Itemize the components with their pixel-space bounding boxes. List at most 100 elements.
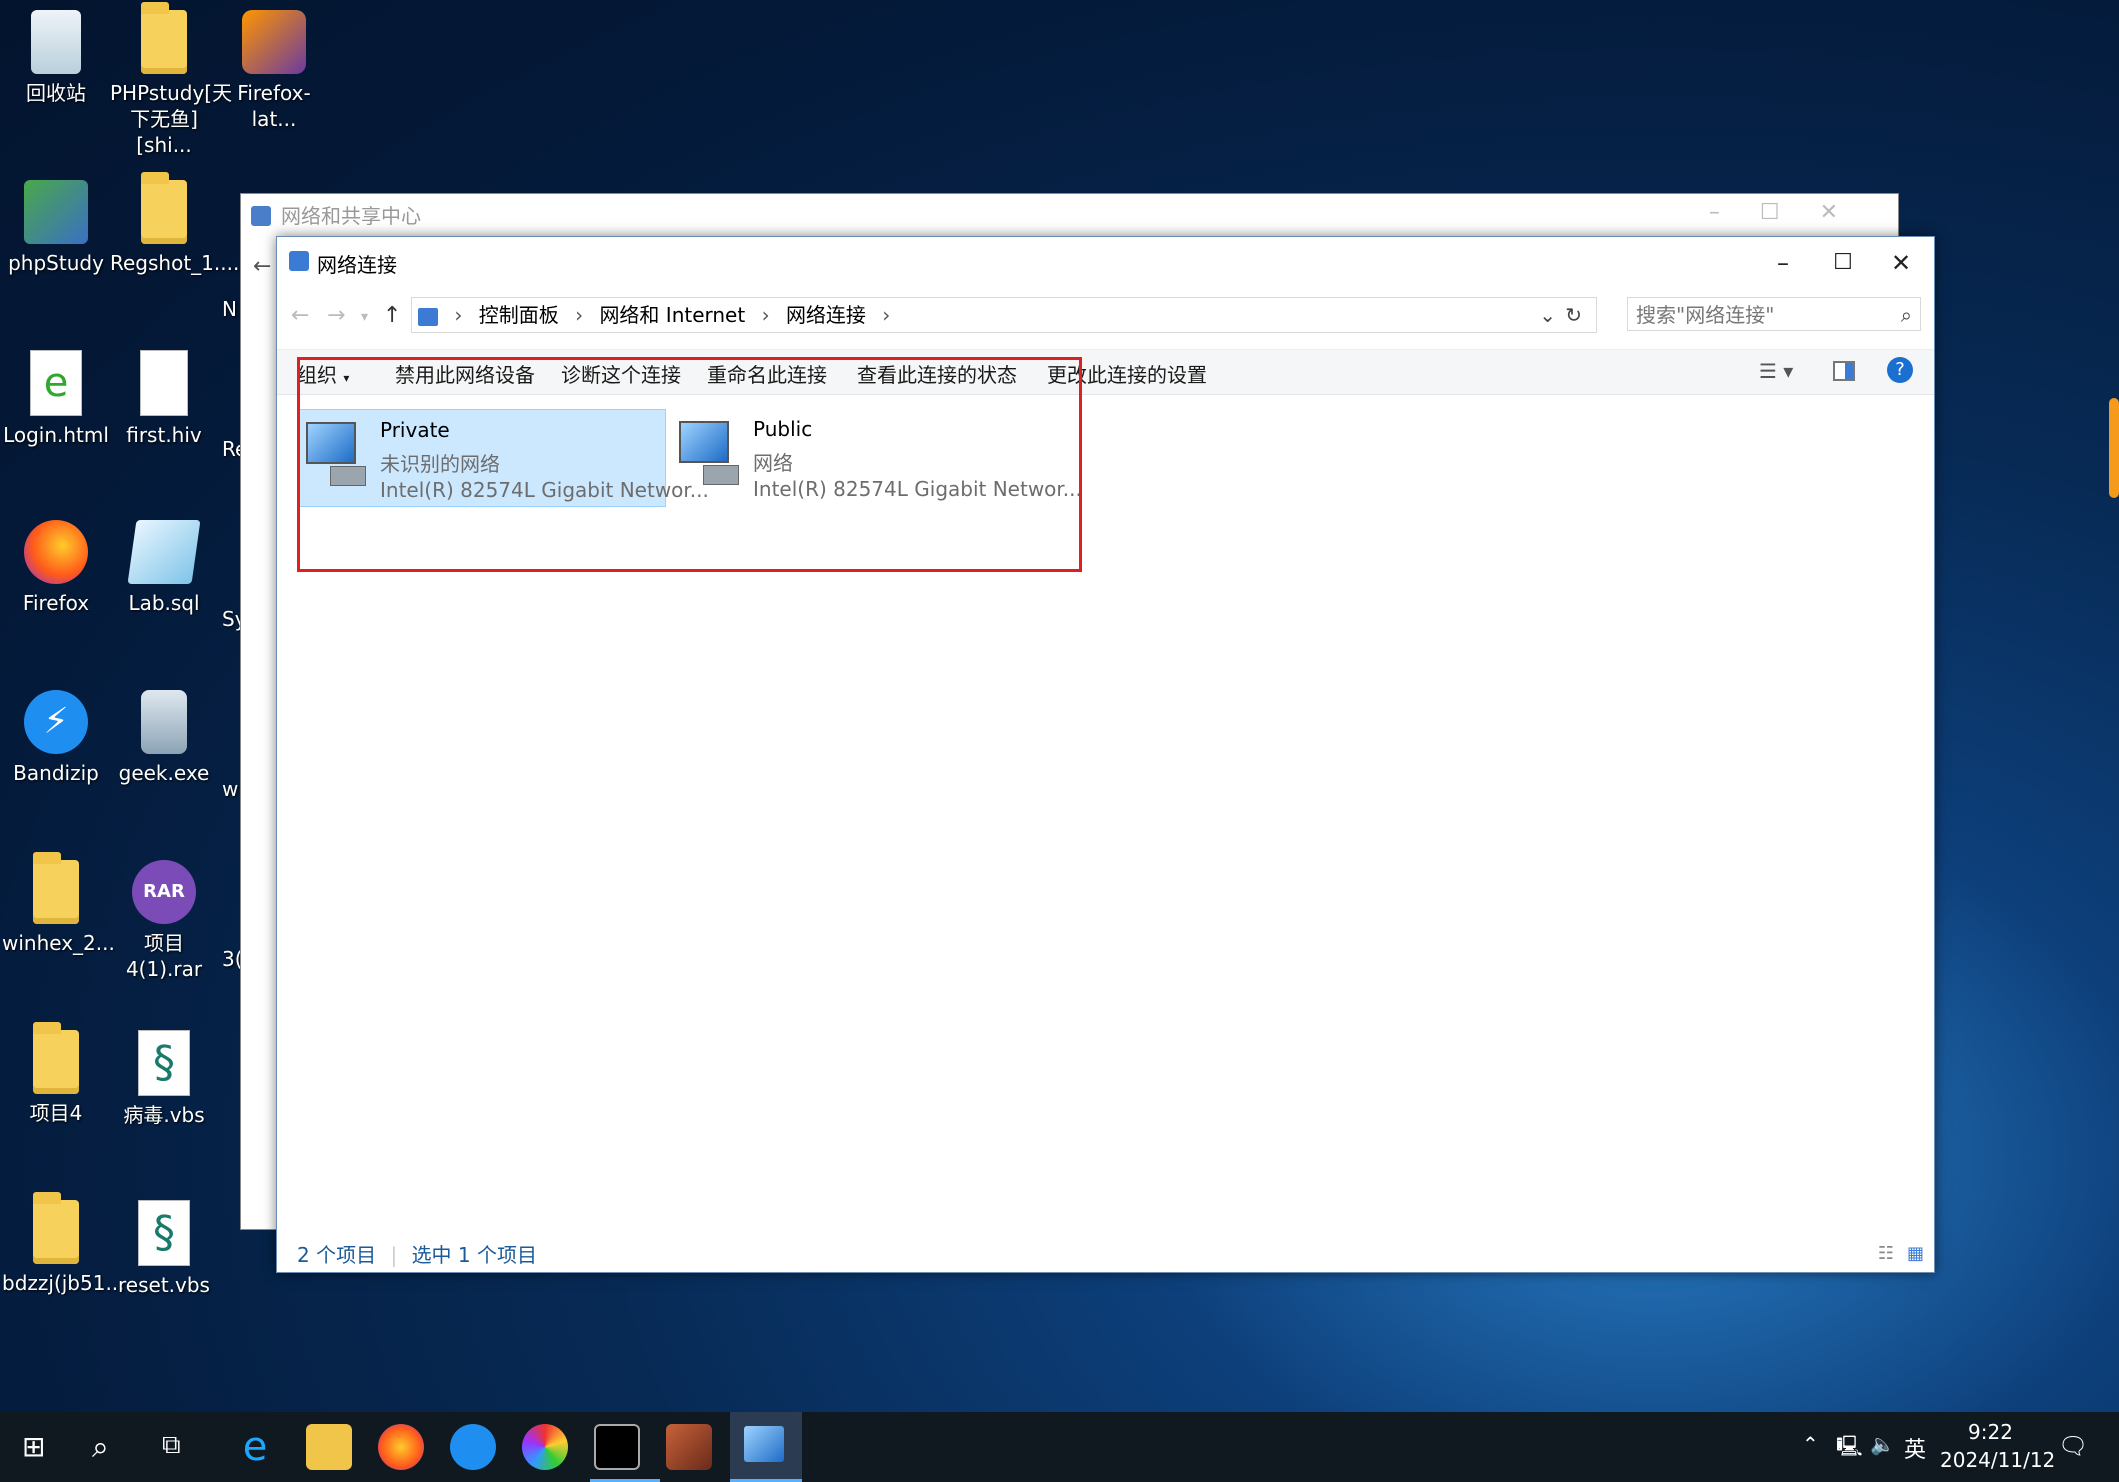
desktop-icon-phpstudy[interactable]: phpStudy [2, 180, 110, 276]
network-center-icon [251, 206, 271, 226]
up-arrow-icon[interactable]: ↑ [383, 303, 401, 328]
breadcrumb-control-panel[interactable]: 控制面板 [479, 303, 559, 327]
breadcrumb-network-connections[interactable]: 网络连接 [786, 303, 866, 327]
recycle-bin-icon [31, 10, 81, 74]
window-controls[interactable]: –☐✕ [1709, 200, 1878, 225]
bandizip-icon: ⚡ [24, 690, 88, 754]
highlight-annotation-box [297, 357, 1082, 572]
vbs-file-icon: § [138, 1200, 190, 1266]
desktop-icon-rar[interactable]: RAR 项目4(1).rar [110, 860, 218, 982]
preview-pane-icon[interactable] [1833, 361, 1855, 381]
taskbar: ⊞ ⌕ ⧉ e ⌃ 🖳 🔈 英 9:22 2024/11/12 🗨 [0, 1412, 2119, 1482]
desktop-icon-regshot[interactable]: Regshot_1.... [110, 172, 239, 276]
breadcrumb-separator-icon: › [761, 303, 770, 327]
clock-time[interactable]: 9:22 [1968, 1420, 2013, 1444]
desktop-icon-firefox[interactable]: Firefox [2, 520, 110, 616]
action-center-icon[interactable]: 🗨 [2058, 1432, 2088, 1460]
sql-file-icon [127, 520, 201, 584]
details-view-icon[interactable]: ☷ [1878, 1243, 1894, 1264]
desktop-icon-first-hiv[interactable]: first.hiv [110, 350, 218, 448]
desktop-icon-lab-sql[interactable]: Lab.sql [110, 520, 218, 616]
scroll-indicator [2109, 398, 2119, 498]
folder-icon [141, 172, 187, 244]
phpstudy-icon [24, 180, 88, 244]
desktop-icon-reset-vbs[interactable]: § reset.vbs [110, 1200, 218, 1298]
partial-label: N [222, 297, 237, 321]
partial-label: Sy [222, 607, 247, 631]
status-divider: | [390, 1243, 398, 1267]
bandizip-icon[interactable] [450, 1424, 496, 1470]
vbs-file-icon: § [138, 1030, 190, 1096]
firefox-icon [24, 520, 88, 584]
desktop-icon-virus-vbs[interactable]: § 病毒.vbs [110, 1030, 218, 1128]
network-connections-taskbar-button[interactable] [730, 1412, 802, 1482]
maximize-button[interactable]: ☐ [1814, 245, 1872, 281]
breadcrumb-separator-icon: › [575, 303, 584, 327]
breadcrumb-separator-icon: › [454, 303, 463, 327]
back-arrow-icon[interactable]: ← [291, 303, 309, 328]
desktop-icon-firefox-installer[interactable]: Firefox-lat... [220, 10, 328, 132]
large-icons-view-icon[interactable]: ▦ [1907, 1243, 1924, 1264]
close-button[interactable]: ✕ [1872, 245, 1930, 281]
help-icon[interactable]: ? [1887, 357, 1913, 383]
volume-muted-icon[interactable]: 🔈 [1870, 1432, 1895, 1456]
network-tray-icon[interactable]: 🖳 [1836, 1432, 1863, 1466]
folder-icon [141, 2, 187, 74]
network-connections-icon [289, 251, 309, 271]
search-placeholder: 搜索"网络连接" [1636, 303, 1775, 327]
desktop-icon-bandizip[interactable]: ⚡ Bandizip [2, 690, 110, 786]
forward-arrow-icon[interactable]: → [327, 303, 345, 328]
html-file-icon: e [30, 350, 82, 416]
address-bar-row: ← → ▾ ↑ › 控制面板 › 网络和 Internet › 网络连接 › ⌄… [277, 293, 1934, 339]
file-explorer-icon[interactable] [306, 1424, 352, 1470]
chevron-up-icon[interactable]: ⌃ [1802, 1432, 1819, 1456]
breadcrumb-network-internet[interactable]: 网络和 Internet [599, 303, 745, 327]
clock-date[interactable]: 2024/11/12 [1940, 1448, 2055, 1472]
partial-label: 3( [222, 947, 243, 971]
minimize-button[interactable]: – [1754, 245, 1812, 281]
task-view-icon[interactable]: ⧉ [162, 1430, 181, 1461]
recent-locations-icon[interactable]: ▾ [361, 309, 368, 325]
rar-icon: RAR [132, 860, 196, 924]
item-count: 2 个项目 [297, 1243, 377, 1267]
desktop-icon-geek-exe[interactable]: geek.exe [110, 690, 218, 786]
desktop-icon-recycle-bin[interactable]: 回收站 [2, 10, 110, 106]
window-title: 网络和共享中心 [281, 204, 421, 228]
status-bar: 2 个项目 | 选中 1 个项目 [297, 1239, 537, 1268]
folder-icon [33, 1022, 79, 1094]
search-icon: ⌕ [1900, 303, 1912, 327]
back-arrow-icon[interactable]: ← [253, 254, 271, 279]
refresh-icon[interactable]: ↻ [1565, 298, 1582, 332]
selected-count: 选中 1 个项目 [411, 1243, 538, 1267]
desktop-icon-login-html[interactable]: e Login.html [2, 350, 110, 448]
folder-icon [33, 852, 79, 924]
exe-icon [141, 690, 187, 754]
desktop-icon-phpstudy-folder[interactable]: PHPstudy[天下无鱼][shi... [110, 2, 232, 158]
firewall-icon[interactable] [666, 1424, 712, 1470]
terminal-icon[interactable] [594, 1424, 640, 1470]
window-title: 网络连接 [317, 253, 397, 277]
colorful-app-icon[interactable] [522, 1424, 568, 1470]
desktop-icon-winhex[interactable]: winhex_2... [2, 852, 115, 956]
control-panel-icon [744, 1426, 784, 1462]
desktop-icon-bdzzj[interactable]: bdzzj(jb51... [2, 1192, 125, 1296]
firefox-icon[interactable] [378, 1424, 424, 1470]
search-icon[interactable]: ⌕ [92, 1430, 109, 1465]
address-box[interactable]: › 控制面板 › 网络和 Internet › 网络连接 › ⌄ ↻ [411, 297, 1597, 333]
network-connections-window[interactable]: 网络连接 – ☐ ✕ ← → ▾ ↑ › 控制面板 › 网络和 Internet… [276, 236, 1935, 1273]
control-panel-icon [418, 307, 438, 326]
start-windows-icon[interactable]: ⊞ [22, 1432, 52, 1462]
desktop-icon-project4[interactable]: 项目4 [2, 1022, 110, 1126]
view-options-icon[interactable]: ☰ ▾ [1759, 359, 1793, 383]
folder-icon [33, 1192, 79, 1264]
search-input[interactable]: 搜索"网络连接" ⌕ [1627, 297, 1921, 331]
partial-label: w [222, 777, 239, 801]
file-icon [140, 350, 188, 416]
title-bar: 网络连接 – ☐ ✕ [277, 237, 1934, 289]
breadcrumb-separator-icon: › [882, 303, 891, 327]
address-dropdown-icon[interactable]: ⌄ [1539, 298, 1556, 332]
ime-indicator[interactable]: 英 [1904, 1432, 1926, 1464]
installer-icon [242, 10, 306, 74]
partial-label: Re [222, 437, 248, 461]
internet-explorer-icon[interactable]: e [232, 1424, 278, 1470]
